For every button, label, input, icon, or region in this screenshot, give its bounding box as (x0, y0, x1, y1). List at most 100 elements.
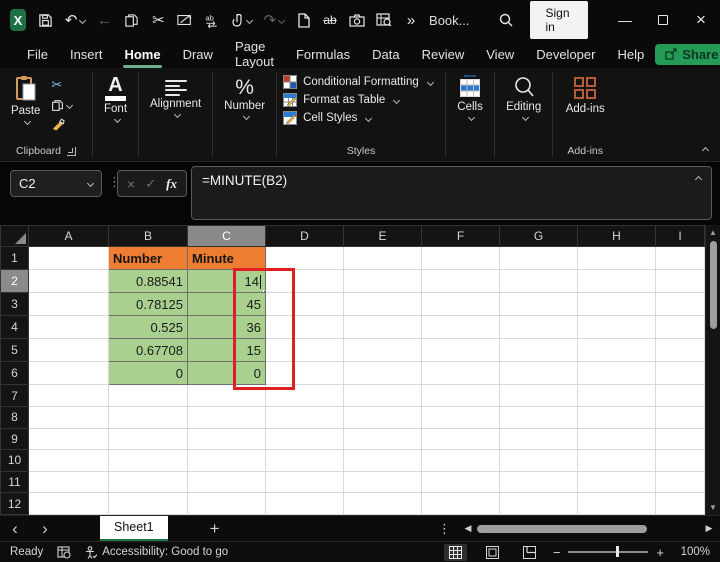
cell[interactable] (265, 338, 344, 363)
cell[interactable] (499, 361, 578, 386)
cell[interactable] (655, 292, 705, 317)
cell[interactable] (655, 470, 705, 494)
cells-button[interactable]: Cells (452, 73, 488, 122)
cell[interactable] (28, 245, 109, 271)
cell-c1[interactable]: Minute (187, 245, 266, 271)
row-header[interactable]: 3 (0, 292, 29, 317)
undo-icon[interactable]: ↶ (65, 11, 87, 29)
cell[interactable] (577, 245, 656, 271)
cell[interactable] (187, 405, 266, 429)
cell[interactable] (421, 470, 500, 494)
cell[interactable] (28, 405, 109, 429)
tab-view[interactable]: View (475, 43, 525, 66)
cell[interactable] (421, 492, 500, 515)
cell[interactable] (655, 361, 705, 386)
cell[interactable] (28, 384, 109, 407)
tab-bar-more-icon[interactable]: ⋮ (438, 521, 451, 537)
cell[interactable] (499, 384, 578, 407)
scroll-down-icon[interactable]: ▼ (706, 503, 720, 512)
cut-icon[interactable]: ✂ (150, 11, 166, 29)
scroll-up-icon[interactable]: ▲ (706, 228, 720, 237)
cell[interactable] (655, 245, 705, 271)
cell[interactable] (421, 449, 500, 472)
cell[interactable] (499, 338, 578, 363)
close-button[interactable]: × (682, 0, 720, 40)
tab-draw[interactable]: Draw (172, 43, 224, 66)
zoom-in-button[interactable]: + (656, 545, 664, 560)
row-header[interactable]: 10 (0, 449, 29, 472)
cell[interactable] (187, 427, 266, 451)
vertical-scrollbar[interactable]: ▲ ▼ (705, 225, 720, 515)
row-header[interactable]: 11 (0, 470, 29, 494)
camera-icon[interactable] (349, 11, 365, 29)
cell[interactable] (265, 384, 344, 407)
collapse-ribbon-icon[interactable] (701, 146, 710, 155)
accessibility-status[interactable]: Accessibility: Good to go (85, 545, 228, 559)
column-header-h[interactable]: H (577, 225, 656, 247)
format-as-table-button[interactable]: Format as Table (283, 93, 439, 107)
font-button[interactable]: A Font (99, 73, 132, 124)
cell[interactable] (421, 384, 500, 407)
cell[interactable] (499, 315, 578, 340)
clipboard-dialog-launcher[interactable] (66, 146, 76, 156)
cell[interactable] (499, 245, 578, 271)
cell[interactable] (265, 449, 344, 472)
cell[interactable] (577, 292, 656, 317)
cell[interactable] (499, 427, 578, 451)
tab-data[interactable]: Data (361, 43, 410, 66)
zoom-out-button[interactable]: − (553, 545, 561, 560)
cell[interactable] (655, 269, 705, 294)
copy-icon[interactable] (123, 11, 139, 29)
page-layout-view-button[interactable] (481, 544, 504, 561)
cell[interactable] (28, 449, 109, 472)
cell[interactable] (655, 315, 705, 340)
cell-b1[interactable]: Number (108, 245, 188, 271)
page-break-preview-button[interactable] (518, 544, 541, 561)
alignment-button[interactable]: Alignment (145, 73, 206, 119)
conditional-formatting-button[interactable]: Conditional Formatting (283, 75, 439, 89)
cell[interactable] (499, 470, 578, 494)
paste-button[interactable]: Paste (6, 73, 45, 126)
normal-view-button[interactable] (443, 543, 467, 561)
insert-function-button[interactable]: fx (166, 176, 177, 192)
cell[interactable] (577, 338, 656, 363)
inspect-workbook-icon[interactable] (376, 11, 392, 29)
zoom-slider[interactable] (568, 546, 649, 558)
enter-icon[interactable]: ✓ (145, 176, 156, 192)
cell-c4[interactable]: 36 (187, 315, 266, 340)
cell-c3[interactable]: 45 (187, 292, 266, 317)
cell[interactable] (265, 361, 344, 386)
cell[interactable] (655, 384, 705, 407)
column-header-c[interactable]: C (187, 225, 266, 247)
cell[interactable] (499, 269, 578, 294)
editing-button[interactable]: Editing (501, 73, 546, 122)
cell[interactable] (187, 492, 266, 515)
row-header[interactable]: 4 (0, 315, 29, 340)
search-icon[interactable] (498, 11, 514, 29)
select-all-corner[interactable] (0, 225, 29, 247)
fill-handle[interactable] (263, 290, 265, 292)
cell[interactable] (577, 449, 656, 472)
cell[interactable] (421, 338, 500, 363)
cell[interactable] (265, 470, 344, 494)
cell[interactable] (343, 338, 422, 363)
cell[interactable] (577, 384, 656, 407)
cell-b2[interactable]: 0.88541 (108, 269, 188, 294)
cell[interactable] (577, 470, 656, 494)
cell[interactable] (265, 245, 344, 271)
cell[interactable] (108, 427, 188, 451)
tab-formulas[interactable]: Formulas (285, 43, 361, 66)
cell-b5[interactable]: 0.67708 (108, 338, 188, 363)
cell[interactable] (577, 269, 656, 294)
cell[interactable] (343, 269, 422, 294)
tab-file[interactable]: File (16, 43, 59, 66)
share-button[interactable]: Share (655, 43, 720, 65)
cell[interactable] (421, 269, 500, 294)
cell[interactable] (343, 315, 422, 340)
cell[interactable] (28, 427, 109, 451)
copy-button[interactable] (51, 99, 74, 112)
sheet-nav-right-icon[interactable]: › (30, 520, 60, 537)
picture-pen-icon[interactable] (177, 11, 193, 29)
cell-b6[interactable]: 0 (108, 361, 188, 386)
row-header[interactable]: 9 (0, 427, 29, 451)
